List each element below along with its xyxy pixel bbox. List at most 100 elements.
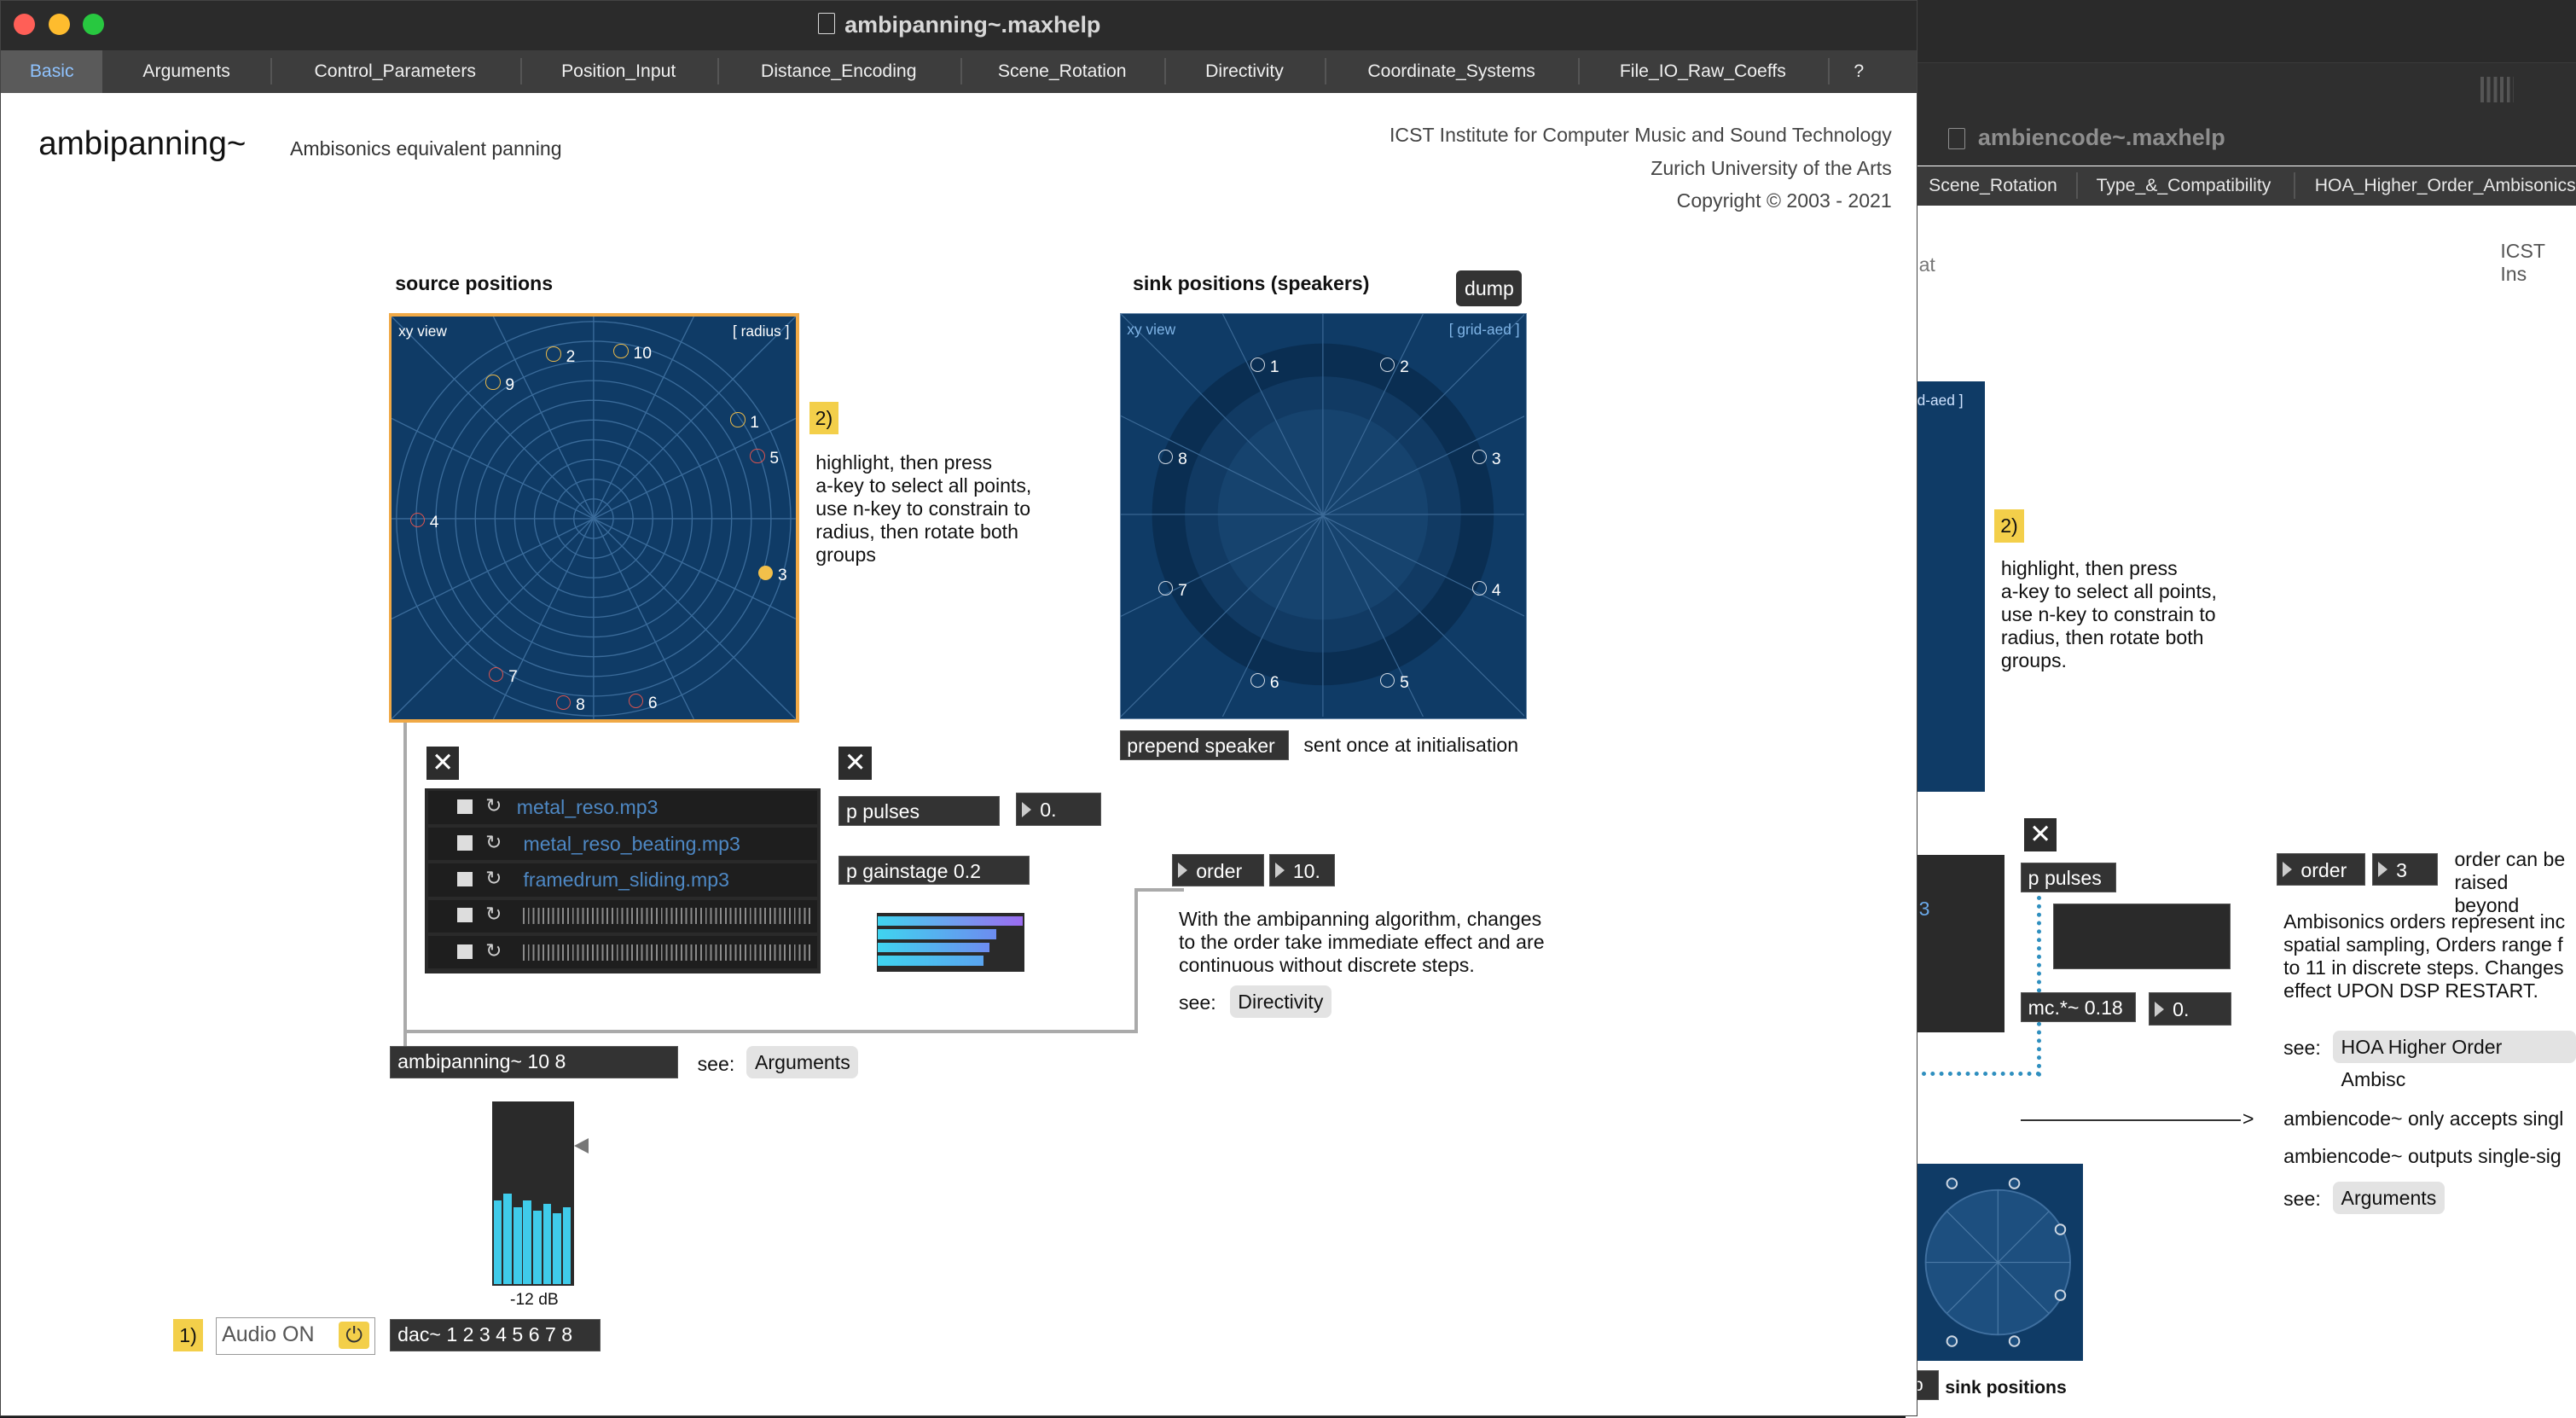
bg-clear-icon[interactable]: ✕: [2023, 818, 2057, 851]
tab-basic[interactable]: Basic: [1, 49, 103, 93]
play-toggle-icon[interactable]: [457, 799, 473, 815]
p-pulses-object[interactable]: p pulses: [838, 796, 1000, 826]
bg-order-number[interactable]: 3: [2372, 852, 2439, 886]
bg-credit-fragment: ICST Ins: [2500, 240, 2545, 286]
play-toggle-icon[interactable]: [457, 835, 473, 851]
directivity-link-button[interactable]: Directivity: [1229, 985, 1332, 1019]
speaker-point-2[interactable]: 2: [1379, 348, 1409, 379]
speaker-point-3[interactable]: 3: [1471, 440, 1501, 471]
bg-fragment-at: at: [1918, 253, 1935, 276]
bg-hoa-button[interactable]: HOA Higher Order Ambisc: [2332, 1030, 2576, 1090]
file-player[interactable]: ↻ metal_reso.mp3 ↻ metal_reso_beating.mp…: [424, 787, 821, 974]
see-label-1: see:: [1178, 991, 1216, 1014]
audio-on-label: Audio ON: [222, 1322, 315, 1347]
loop-icon[interactable]: ↻: [485, 903, 502, 926]
loop-icon[interactable]: ↻: [485, 831, 502, 854]
document-icon: [818, 13, 835, 35]
tab-help[interactable]: ?: [1828, 50, 1890, 93]
cable-order-horizontal: [403, 1029, 1138, 1033]
bg-hint-badge: 2): [1994, 509, 2024, 543]
bg-tab-type-compat[interactable]: Type_&_Compatibility: [2097, 166, 2271, 206]
tab-control-parameters[interactable]: Control_Parameters: [270, 50, 520, 93]
play-toggle-icon[interactable]: [457, 908, 473, 923]
bg-sink-panel-fragment[interactable]: [1906, 381, 1985, 793]
sink-mode-label: [ grid-aed ]: [1448, 320, 1520, 338]
sink-positions-heading: sink positions (speakers): [1133, 271, 1370, 294]
sink-positions-panel[interactable]: xy view [ grid-aed ] 1 2 3 4 5 6 7 8: [1119, 312, 1528, 719]
player-row-4[interactable]: ↻: [427, 899, 818, 933]
pulses-number-box[interactable]: 0.: [1016, 793, 1102, 826]
order-note-line3: continuous without discrete steps.: [1178, 954, 1475, 977]
source-point-2[interactable]: 2: [546, 338, 575, 369]
play-toggle-icon[interactable]: [457, 944, 473, 959]
source-point-3[interactable]: 3: [757, 556, 787, 587]
source-point-7[interactable]: 7: [489, 658, 518, 689]
bg-arguments-button[interactable]: Arguments: [2332, 1181, 2445, 1215]
speaker-point-7[interactable]: 7: [1157, 572, 1187, 602]
bg-outputs-text: ambiencode~ outputs single-sig: [2283, 1145, 2561, 1168]
bg-scope-display[interactable]: [2053, 904, 2231, 970]
bg-tab-bar: Scene_Rotation Type_&_Compatibility HOA_…: [1906, 166, 2576, 206]
bg-mc-number[interactable]: 0.: [2149, 992, 2231, 1026]
dump-button[interactable]: dump: [1456, 270, 1523, 307]
source-positions-panel[interactable]: xy view [ radius ] 1 2 3 4 5 6 7 8 9 10: [388, 312, 800, 723]
loop-icon[interactable]: ↻: [485, 794, 502, 817]
tab-position-input[interactable]: Position_Input: [520, 50, 717, 93]
tab-directivity[interactable]: Directivity: [1164, 50, 1326, 93]
player-row-1[interactable]: ↻ metal_reso.mp3: [427, 791, 818, 824]
ambipanning-object[interactable]: ambipanning~ 10 8: [390, 1045, 678, 1079]
bg-p-pulses[interactable]: p pulses: [2020, 863, 2116, 892]
source-point-5[interactable]: 5: [750, 439, 779, 470]
player-row-2[interactable]: ↻ metal_reso_beating.mp3: [427, 827, 818, 861]
bg-accepts-text: ambiencode~ only accepts singl: [2283, 1107, 2564, 1130]
bg-amb-line3: to 11 in discrete steps. Changes: [2283, 956, 2564, 979]
source-point-4[interactable]: 4: [409, 503, 438, 534]
tab-coordinate-systems[interactable]: Coordinate_Systems: [1325, 50, 1578, 93]
waveform-4: [523, 908, 813, 925]
tab-distance-encoding[interactable]: Distance_Encoding: [717, 50, 960, 93]
speaker-point-1[interactable]: 1: [1250, 348, 1279, 379]
bg-player-fragment: [1906, 854, 2005, 1032]
source-mode-label: [ radius ]: [733, 323, 790, 340]
tab-scene-rotation[interactable]: Scene_Rotation: [960, 50, 1164, 93]
source-point-1[interactable]: 1: [730, 404, 759, 434]
power-icon[interactable]: ⏻: [338, 1321, 370, 1350]
loop-icon[interactable]: ↻: [485, 939, 502, 962]
bg-sink-panel-small[interactable]: [1915, 1163, 2084, 1361]
source-xy-view[interactable]: xy view [ radius ] 1 2 3 4 5 6 7 8 9 10: [391, 316, 797, 720]
player-row-5[interactable]: ↻: [427, 935, 818, 969]
sink-view-label: xy view: [1127, 320, 1176, 338]
bg-order-note1: order can be: [2454, 847, 2566, 870]
source-point-6[interactable]: 6: [628, 684, 658, 715]
meter-slider-handle-icon[interactable]: [574, 1137, 589, 1154]
page-subtitle: Ambisonics equivalent panning: [289, 137, 562, 160]
bg-mc-object[interactable]: mc.*~ 0.18: [2020, 992, 2136, 1022]
grid-icon[interactable]: [2480, 76, 2514, 103]
speaker-point-8[interactable]: 8: [1157, 440, 1187, 471]
tab-arguments[interactable]: Arguments: [102, 50, 270, 93]
bg-tab-scene-rotation[interactable]: Scene_Rotation: [1929, 166, 2057, 206]
speaker-point-5[interactable]: 5: [1379, 664, 1409, 694]
order-number-box[interactable]: 10.: [1268, 853, 1335, 887]
pulses-close-icon[interactable]: ✕: [838, 747, 872, 780]
source-point-10[interactable]: 10: [613, 334, 652, 365]
source-point-8[interactable]: 8: [555, 686, 585, 717]
speaker-point-4[interactable]: 4: [1471, 572, 1501, 602]
loop-icon[interactable]: ↻: [485, 867, 502, 890]
dac-object[interactable]: dac~ 1 2 3 4 5 6 7 8: [390, 1318, 600, 1352]
p-gainstage-object[interactable]: p gainstage 0.2: [838, 855, 1030, 886]
player-row-3[interactable]: ↻ framedrum_sliding.mp3: [427, 863, 818, 897]
play-toggle-icon[interactable]: [457, 871, 473, 887]
audio-on-toggle[interactable]: Audio ON ⏻: [216, 1316, 376, 1356]
player-close-icon[interactable]: ✕: [426, 747, 460, 780]
tab-file-io[interactable]: File_IO_Raw_Coeffs: [1578, 50, 1828, 93]
source-point-9[interactable]: 9: [485, 366, 514, 397]
arguments-link-button[interactable]: Arguments: [746, 1045, 859, 1079]
order-label-box[interactable]: order: [1172, 853, 1265, 887]
bg-tab-hoa[interactable]: HOA_Higher_Order_Ambisonics: [2315, 166, 2576, 206]
bg-hint-line1: highlight, then press: [2000, 556, 2178, 579]
bg-order-box[interactable]: order: [2277, 852, 2366, 886]
output-meter[interactable]: [491, 1101, 575, 1287]
prepend-speaker-object[interactable]: prepend speaker: [1119, 730, 1289, 760]
speaker-point-6[interactable]: 6: [1250, 664, 1279, 694]
